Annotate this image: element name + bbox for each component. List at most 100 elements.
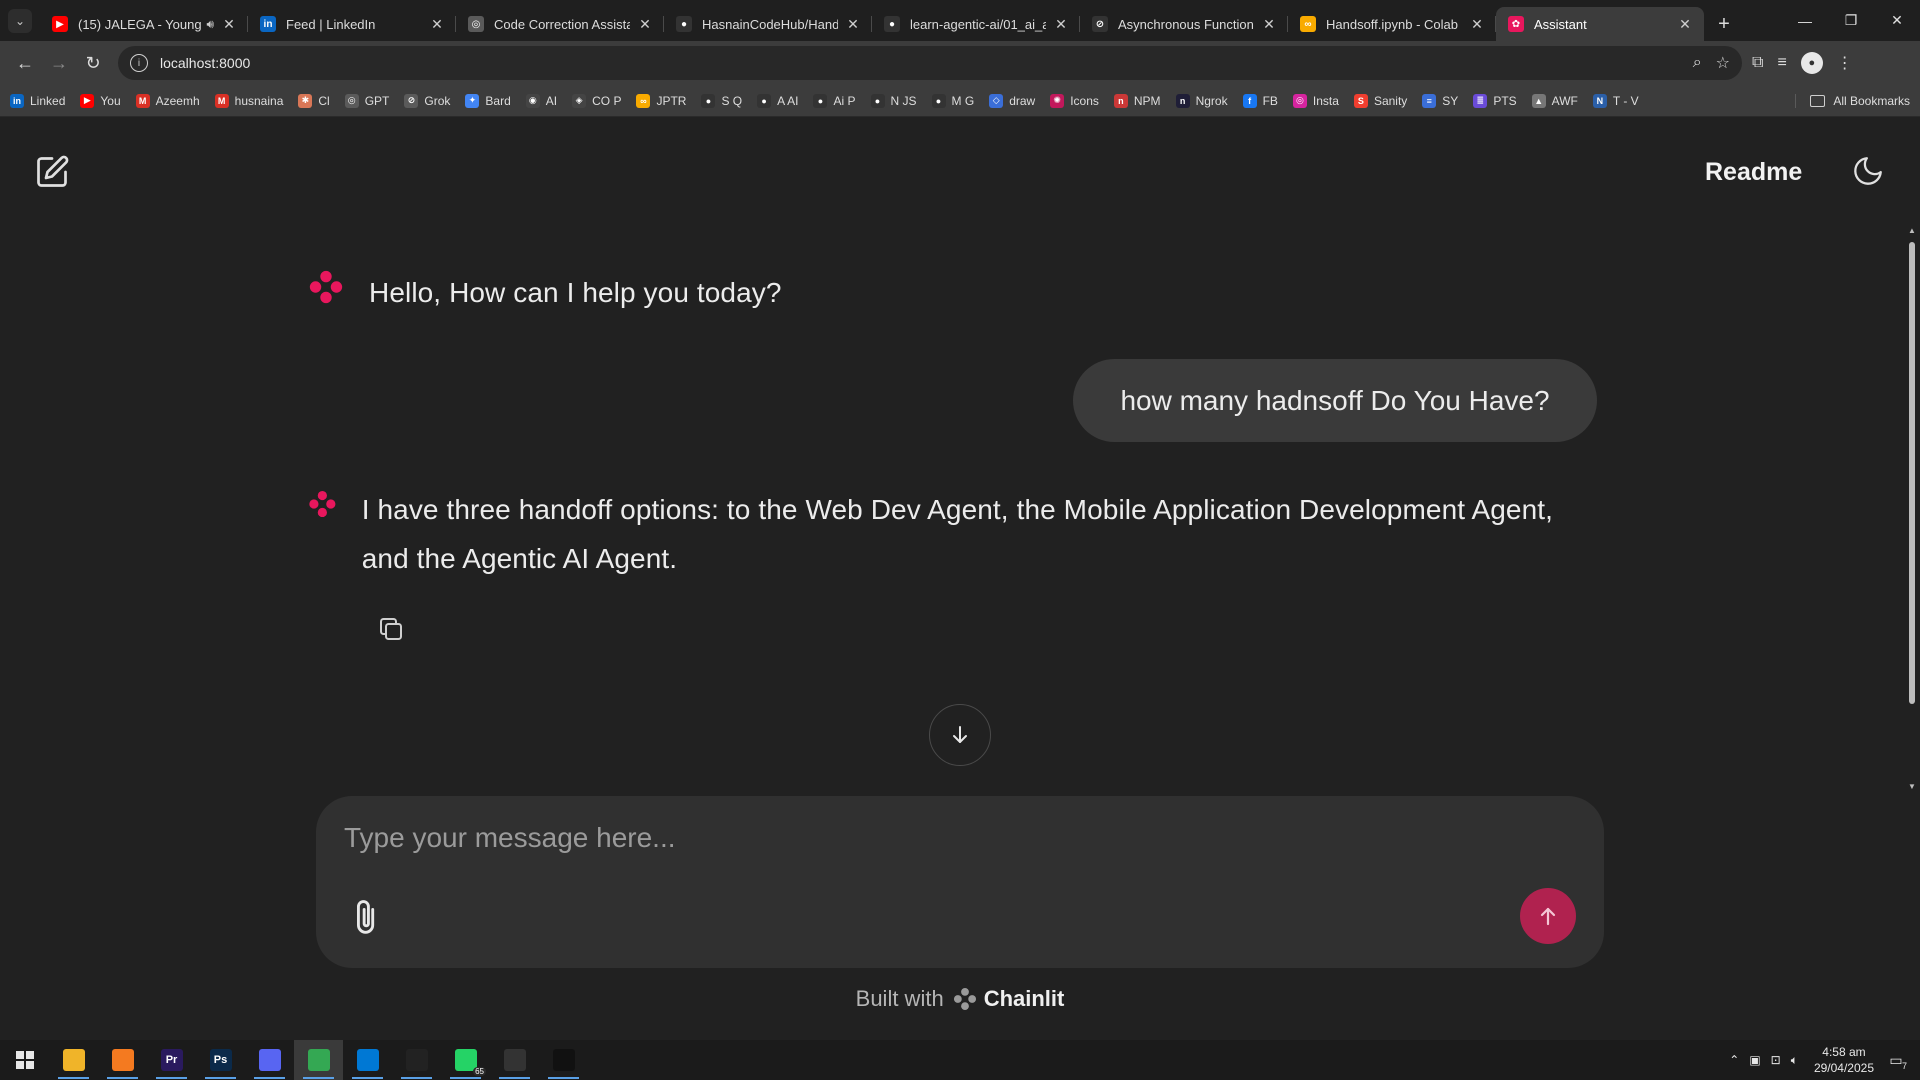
chat-scrollbar[interactable]: ▲ ▼ [1905, 226, 1919, 792]
close-window-icon[interactable]: ✕ [1874, 0, 1920, 41]
bookmark-item[interactable]: ✱ Cl [298, 93, 330, 108]
bookmark-item[interactable]: S Sanity [1353, 93, 1407, 108]
bookmark-item[interactable]: ● N JS [870, 93, 917, 108]
network-icon[interactable]: ⊡ [1771, 1053, 1781, 1067]
theme-toggle-button[interactable] [1851, 154, 1885, 188]
bookmark-item[interactable]: M Azeemh [135, 93, 200, 108]
tray-overflow-icon[interactable]: ⌃ [1729, 1053, 1739, 1067]
taskbar-app[interactable] [490, 1040, 539, 1080]
bookmark-item[interactable]: ● Ai P [813, 93, 856, 108]
clock[interactable]: 4:58 am 29/04/2025 [1814, 1044, 1874, 1076]
taskbar-app[interactable] [343, 1040, 392, 1080]
bookmark-item[interactable]: ◎ GPT [344, 93, 390, 108]
bookmark-item[interactable]: in Linked [10, 93, 65, 108]
readme-button[interactable]: Readme [1705, 158, 1802, 187]
message-input[interactable] [344, 818, 1544, 858]
profile-avatar[interactable]: ● [1800, 52, 1823, 74]
restore-icon[interactable]: ❐ [1828, 0, 1874, 41]
close-tab-icon[interactable]: ✕ [844, 16, 862, 33]
bookmark-item[interactable]: ◉ AI [525, 93, 557, 108]
scroll-to-bottom-button[interactable] [929, 704, 991, 766]
new-tab-button[interactable]: + [1704, 7, 1744, 41]
bookmark-label: GPT [364, 93, 390, 108]
scroll-down-arrow-icon[interactable]: ▼ [1907, 782, 1917, 791]
back-button[interactable]: ← [8, 46, 42, 80]
forward-button[interactable]: → [42, 46, 76, 80]
chainlit-brand-link[interactable]: Chainlit [984, 986, 1065, 1012]
vscode-icon [356, 1049, 379, 1071]
bookmark-item[interactable]: ● A AI [757, 93, 798, 108]
built-with-label: Built with [855, 986, 944, 1011]
extensions-icon[interactable]: ⧉ [1752, 54, 1763, 72]
bookmark-item[interactable]: Mhusnaina [214, 93, 283, 108]
bookmark-star-icon[interactable]: ☆ [1716, 53, 1730, 73]
browser-tab[interactable]: ◎ Code Correction Assistant ✕ [456, 7, 664, 41]
tab-search-button[interactable]: ⌄ [0, 0, 40, 41]
close-tab-icon[interactable]: ✕ [1052, 16, 1070, 33]
close-tab-icon[interactable]: ✕ [220, 16, 238, 33]
bookmark-item[interactable]: ⊘ Grok [404, 93, 450, 108]
github-icon: ● [884, 16, 900, 32]
taskbar-app[interactable] [245, 1040, 294, 1080]
media-control-icon[interactable]: ≡ [1777, 54, 1786, 72]
taskbar-app[interactable]: Pr [147, 1040, 196, 1080]
all-bookmarks-button[interactable]: All Bookmarks [1795, 93, 1910, 108]
bookmark-item[interactable]: f FB [1242, 93, 1278, 108]
taskbar-app[interactable]: Ps [196, 1040, 245, 1080]
browser-tab[interactable]: ⊘ Asynchronous Function E ✕ [1080, 7, 1288, 41]
close-tab-icon[interactable]: ✕ [636, 16, 654, 33]
taskbar-app[interactable] [294, 1040, 343, 1080]
bookmark-item[interactable]: ◇ draw [989, 93, 1035, 108]
browser-tab[interactable]: ● HasnainCodeHub/Handoff ✕ [664, 7, 872, 41]
taskbar-app[interactable] [392, 1040, 441, 1080]
bookmark-item[interactable]: n NPM [1113, 93, 1161, 108]
close-tab-icon[interactable]: ✕ [1468, 16, 1486, 33]
bookmark-item[interactable]: ≡ SY [1422, 93, 1458, 108]
bookmark-item[interactable]: ◈ CO P [572, 93, 621, 108]
close-tab-icon[interactable]: ✕ [1676, 16, 1694, 33]
bookmark-item[interactable]: ≣ PTS [1473, 93, 1517, 108]
taskbar-app[interactable] [539, 1040, 588, 1080]
bookmark-item[interactable]: ◎ Insta [1292, 93, 1339, 108]
site-info-icon[interactable]: i [130, 54, 148, 72]
scroll-up-arrow-icon[interactable]: ▲ [1907, 226, 1917, 235]
volume-icon[interactable]: 🔈︎ [1791, 1053, 1798, 1068]
tab-title: Code Correction Assistant [494, 16, 630, 32]
bookmark-item[interactable]: NT - V [1592, 93, 1639, 108]
zoom-icon[interactable]: ⌕ [1693, 54, 1702, 72]
send-button[interactable] [1520, 888, 1576, 944]
close-tab-icon[interactable]: ✕ [428, 16, 446, 33]
reload-button[interactable]: ↻ [76, 46, 110, 80]
bookmark-item[interactable]: ● S Q [701, 93, 742, 108]
discord-icon [258, 1049, 281, 1071]
bookmark-item[interactable]: ✺ Icons [1050, 93, 1099, 108]
new-chat-button[interactable] [34, 154, 70, 190]
browser-tab[interactable]: in Feed | LinkedIn ✕ [248, 7, 456, 41]
taskbar-app[interactable] [49, 1040, 98, 1080]
browser-tab[interactable]: ∞ Handsoff.ipynb - Colab ✕ [1288, 7, 1496, 41]
bookmark-item[interactable]: n Ngrok [1175, 93, 1228, 108]
bookmark-item[interactable]: ∞ JPTR [636, 93, 686, 108]
copy-message-button[interactable] [376, 614, 406, 644]
address-bar[interactable]: i localhost:8000 ⌕ ☆ [118, 46, 1742, 80]
attach-file-button[interactable] [349, 898, 385, 938]
bookmark-item[interactable]: ▶ You [80, 93, 121, 108]
start-button[interactable] [0, 1040, 49, 1080]
bookmark-item[interactable]: ▲ AWF [1531, 93, 1578, 108]
url-text[interactable]: localhost:8000 [160, 55, 1679, 71]
nextjs-icon: N [1592, 93, 1607, 108]
meet-now-icon[interactable]: ▣ [1749, 1053, 1760, 1067]
more-menu-icon[interactable]: ⋮ [1837, 53, 1853, 73]
scrollbar-thumb[interactable] [1909, 242, 1915, 704]
minimize-icon[interactable]: — [1782, 0, 1828, 41]
close-tab-icon[interactable]: ✕ [1260, 16, 1278, 33]
taskbar-app[interactable]: 65 [441, 1040, 490, 1080]
browser-tab[interactable]: ● learn-agentic-ai/01_ai_age ✕ [872, 7, 1080, 41]
taskbar-app[interactable] [98, 1040, 147, 1080]
notification-center-button[interactable]: ▭ 7 [1884, 1049, 1908, 1072]
tab-audio-icon[interactable]: 🔊︎ [206, 17, 214, 32]
bookmark-item[interactable]: ● M G [931, 93, 974, 108]
browser-tab[interactable]: ▶ (15) JALEGA - Young S 🔊︎ ✕ [40, 7, 248, 41]
browser-tab[interactable]: ✿ Assistant ✕ [1496, 7, 1704, 41]
bookmark-item[interactable]: ✦ Bard [465, 93, 511, 108]
